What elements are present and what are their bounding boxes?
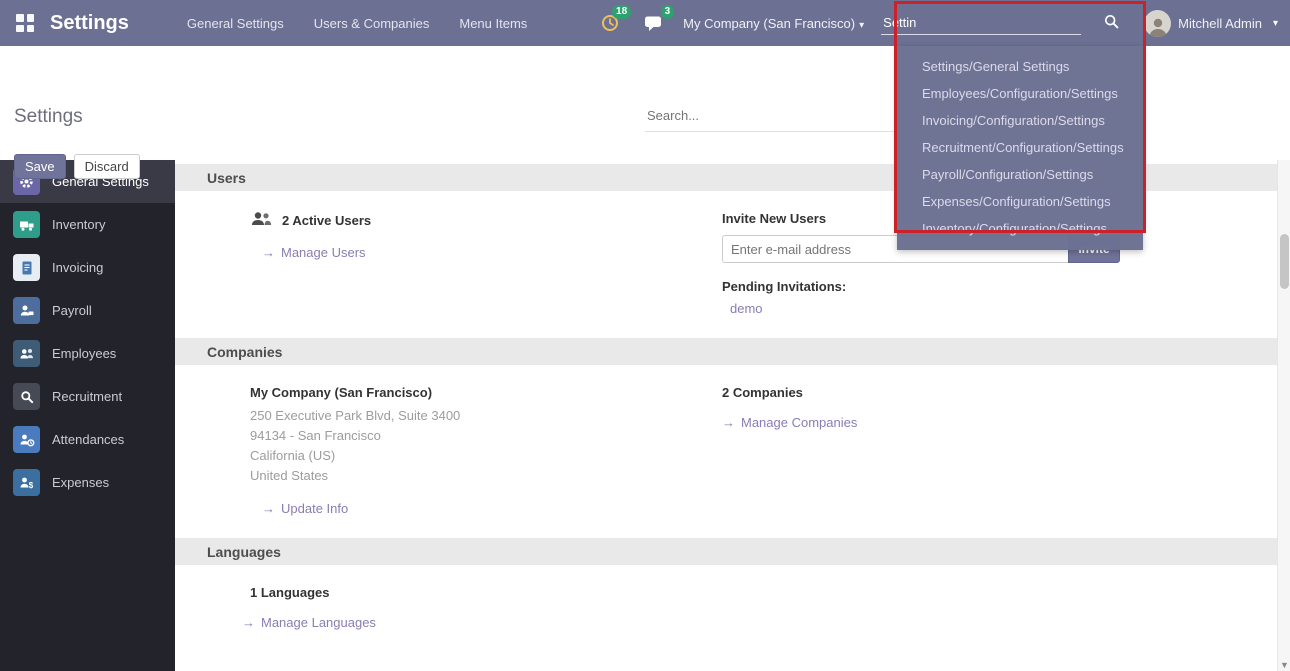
arrow-right-icon: → xyxy=(242,615,255,630)
address-line: United States xyxy=(250,466,722,486)
user-avatar xyxy=(1144,10,1171,37)
languages-section-header: Languages xyxy=(175,538,1277,565)
search-result-item[interactable]: Inventory/Configuration/Settings xyxy=(897,215,1143,242)
arrow-right-icon: → xyxy=(262,245,275,260)
companies-count: 2 Companies xyxy=(722,385,1237,400)
manage-languages-label: Manage Languages xyxy=(261,615,376,630)
manage-users-link[interactable]: → Manage Users xyxy=(262,245,366,260)
top-navbar: Settings General Settings Users & Compan… xyxy=(0,0,1290,46)
search-result-item[interactable]: Employees/Configuration/Settings xyxy=(897,80,1143,107)
menu-menu-items[interactable]: Menu Items xyxy=(459,16,527,31)
invoicing-document-icon xyxy=(13,254,40,281)
pending-invitations-label: Pending Invitations: xyxy=(722,279,1237,294)
sidebar-item-employees[interactable]: Employees xyxy=(0,332,175,375)
companies-count-block: 2 Companies → Manage Companies xyxy=(722,385,1237,516)
search-result-item[interactable]: Payroll/Configuration/Settings xyxy=(897,161,1143,188)
pending-invitation-tag[interactable]: demo xyxy=(730,301,763,316)
menu-general-settings[interactable]: General Settings xyxy=(187,16,284,31)
page-title: Settings xyxy=(14,106,83,128)
sidebar-item-label: Inventory xyxy=(52,217,105,232)
messages-count-badge: 3 xyxy=(661,5,675,19)
companies-section: Companies My Company (San Francisco) 250… xyxy=(175,338,1277,534)
sidebar-item-expenses[interactable]: $ Expenses xyxy=(0,461,175,504)
search-icon[interactable] xyxy=(1104,14,1119,32)
address-line: California (US) xyxy=(250,446,722,466)
caret-down-icon: ▾ xyxy=(1273,18,1278,29)
company-info-block: My Company (San Francisco) 250 Executive… xyxy=(250,385,722,516)
users-group-icon xyxy=(250,211,272,230)
scrollbar-down-arrow[interactable]: ▼ xyxy=(1278,660,1290,670)
address-line: 250 Executive Park Blvd, Suite 3400 xyxy=(250,406,722,426)
sidebar-item-label: Payroll xyxy=(52,303,92,318)
search-result-item[interactable]: Invoicing/Configuration/Settings xyxy=(897,107,1143,134)
sidebar-item-label: Invoicing xyxy=(52,260,103,275)
control-panel-buttons: Save Discard xyxy=(14,154,140,179)
vertical-scrollbar[interactable]: ▼ xyxy=(1277,160,1290,671)
sidebar-item-inventory[interactable]: Inventory xyxy=(0,203,175,246)
company-switcher-label: My Company (San Francisco) xyxy=(683,16,855,31)
search-result-item[interactable]: Settings/General Settings xyxy=(897,53,1143,80)
arrow-right-icon: → xyxy=(722,415,735,430)
manage-companies-label: Manage Companies xyxy=(741,415,857,430)
arrow-right-icon: → xyxy=(262,501,275,516)
company-address: 250 Executive Park Blvd, Suite 3400 9413… xyxy=(250,406,722,486)
activity-clock-icon[interactable]: 18 xyxy=(597,12,623,34)
sidebar-item-recruitment[interactable]: Recruitment xyxy=(0,375,175,418)
companies-section-header: Companies xyxy=(175,338,1277,365)
manage-users-label: Manage Users xyxy=(281,245,366,260)
sidebar-item-label: Recruitment xyxy=(52,389,122,404)
active-users-count: 2 Active Users xyxy=(282,213,371,228)
search-result-item[interactable]: Expenses/Configuration/Settings xyxy=(897,188,1143,215)
search-result-item[interactable]: Recruitment/Configuration/Settings xyxy=(897,134,1143,161)
inventory-truck-icon xyxy=(13,211,40,238)
svg-text:$: $ xyxy=(28,481,33,490)
messages-bubble-icon[interactable]: 3 xyxy=(640,12,666,34)
menu-search-results-dropdown: Settings/General Settings Employees/Conf… xyxy=(897,46,1143,250)
company-switcher[interactable]: My Company (San Francisco) ▾ xyxy=(683,16,864,31)
save-button[interactable]: Save xyxy=(14,154,66,179)
languages-count: 1 Languages xyxy=(250,585,1237,600)
settings-sidebar: General Settings Inventory xyxy=(0,160,175,671)
company-name: My Company (San Francisco) xyxy=(250,385,722,400)
update-info-link[interactable]: → Update Info xyxy=(262,501,348,516)
navbar-menu-search xyxy=(881,0,1127,46)
sidebar-item-attendances[interactable]: Attendances xyxy=(0,418,175,461)
navbar-app-title[interactable]: Settings xyxy=(50,12,129,35)
navbar-menus: General Settings Users & Companies Menu … xyxy=(187,16,527,31)
discard-button[interactable]: Discard xyxy=(74,154,140,179)
attendances-clock-icon xyxy=(13,426,40,453)
user-menu[interactable]: Mitchell Admin ▾ xyxy=(1144,10,1278,37)
manage-companies-link[interactable]: → Manage Companies xyxy=(722,415,857,430)
sidebar-item-label: Employees xyxy=(52,346,116,361)
menu-search-input[interactable] xyxy=(881,11,1081,35)
scrollbar-thumb[interactable] xyxy=(1280,234,1289,289)
employees-people-icon xyxy=(13,340,40,367)
user-name-label: Mitchell Admin xyxy=(1178,16,1262,31)
recruitment-magnifier-icon xyxy=(13,383,40,410)
sidebar-item-label: Expenses xyxy=(52,475,109,490)
caret-down-icon: ▾ xyxy=(859,20,864,31)
address-line: 94134 - San Francisco xyxy=(250,426,722,446)
expenses-icon: $ xyxy=(13,469,40,496)
active-users-block: 2 Active Users → Manage Users xyxy=(250,211,722,316)
update-info-label: Update Info xyxy=(281,501,348,516)
navbar-right-group: 18 3 My Company (San Francisco) ▾ xyxy=(597,0,1282,46)
sidebar-item-label: Attendances xyxy=(52,432,124,447)
sidebar-item-payroll[interactable]: Payroll xyxy=(0,289,175,332)
menu-users-companies[interactable]: Users & Companies xyxy=(314,16,430,31)
apps-grid-icon[interactable] xyxy=(16,14,34,32)
sidebar-item-invoicing[interactable]: Invoicing xyxy=(0,246,175,289)
activity-count-badge: 18 xyxy=(612,5,631,19)
languages-section: Languages 1 Languages → Manage Languages xyxy=(175,538,1277,648)
manage-languages-link[interactable]: → Manage Languages xyxy=(242,615,376,630)
payroll-icon xyxy=(13,297,40,324)
